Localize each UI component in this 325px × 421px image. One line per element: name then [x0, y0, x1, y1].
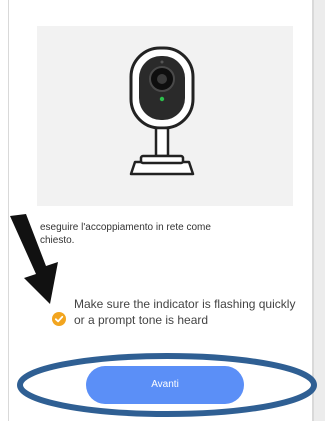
left-divider — [8, 0, 9, 421]
indicator-hint-text: Make sure the indicator is flashing quic… — [74, 297, 296, 327]
instruction-line-2: chiesto. — [40, 235, 75, 246]
setup-screen: eseguire l'accoppiamento in rete come ch… — [0, 0, 325, 421]
instruction-line-1: eseguire l'accoppiamento in rete come — [40, 222, 211, 233]
pairing-instruction: eseguire l'accoppiamento in rete come ch… — [40, 221, 290, 247]
camera-illustration — [129, 46, 195, 176]
right-background-strip — [314, 0, 325, 421]
check-circle-icon[interactable] — [52, 312, 66, 326]
avanti-button[interactable]: Avanti — [86, 366, 244, 404]
camera-illustration-panel — [37, 26, 293, 206]
